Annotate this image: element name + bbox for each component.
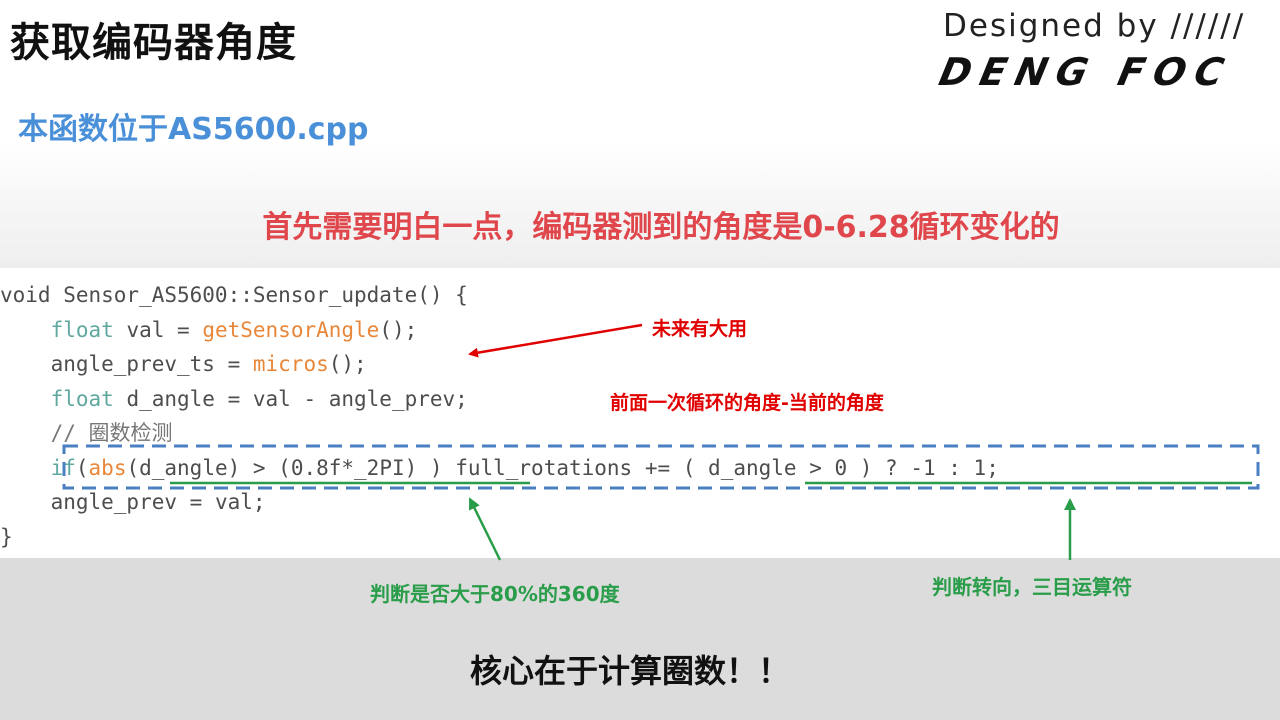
annotation-overlay [62,323,1260,561]
conclusion-text: 核心在于计算圈数！！ [469,652,790,690]
annotation-threshold-check: 判断是否大于80%的360度 [370,582,620,606]
annotation-future-use: 未来有大用 [652,318,748,340]
arrow-to-micros [468,323,643,358]
arrow-to-threshold [468,497,502,561]
annotation-direction-ternary: 判断转向，三目运算符 [932,575,1132,599]
if-statement-dashed-box [62,444,1260,490]
annotation-prev-minus-current: 前面一次循环的角度-当前的角度 [610,392,884,414]
